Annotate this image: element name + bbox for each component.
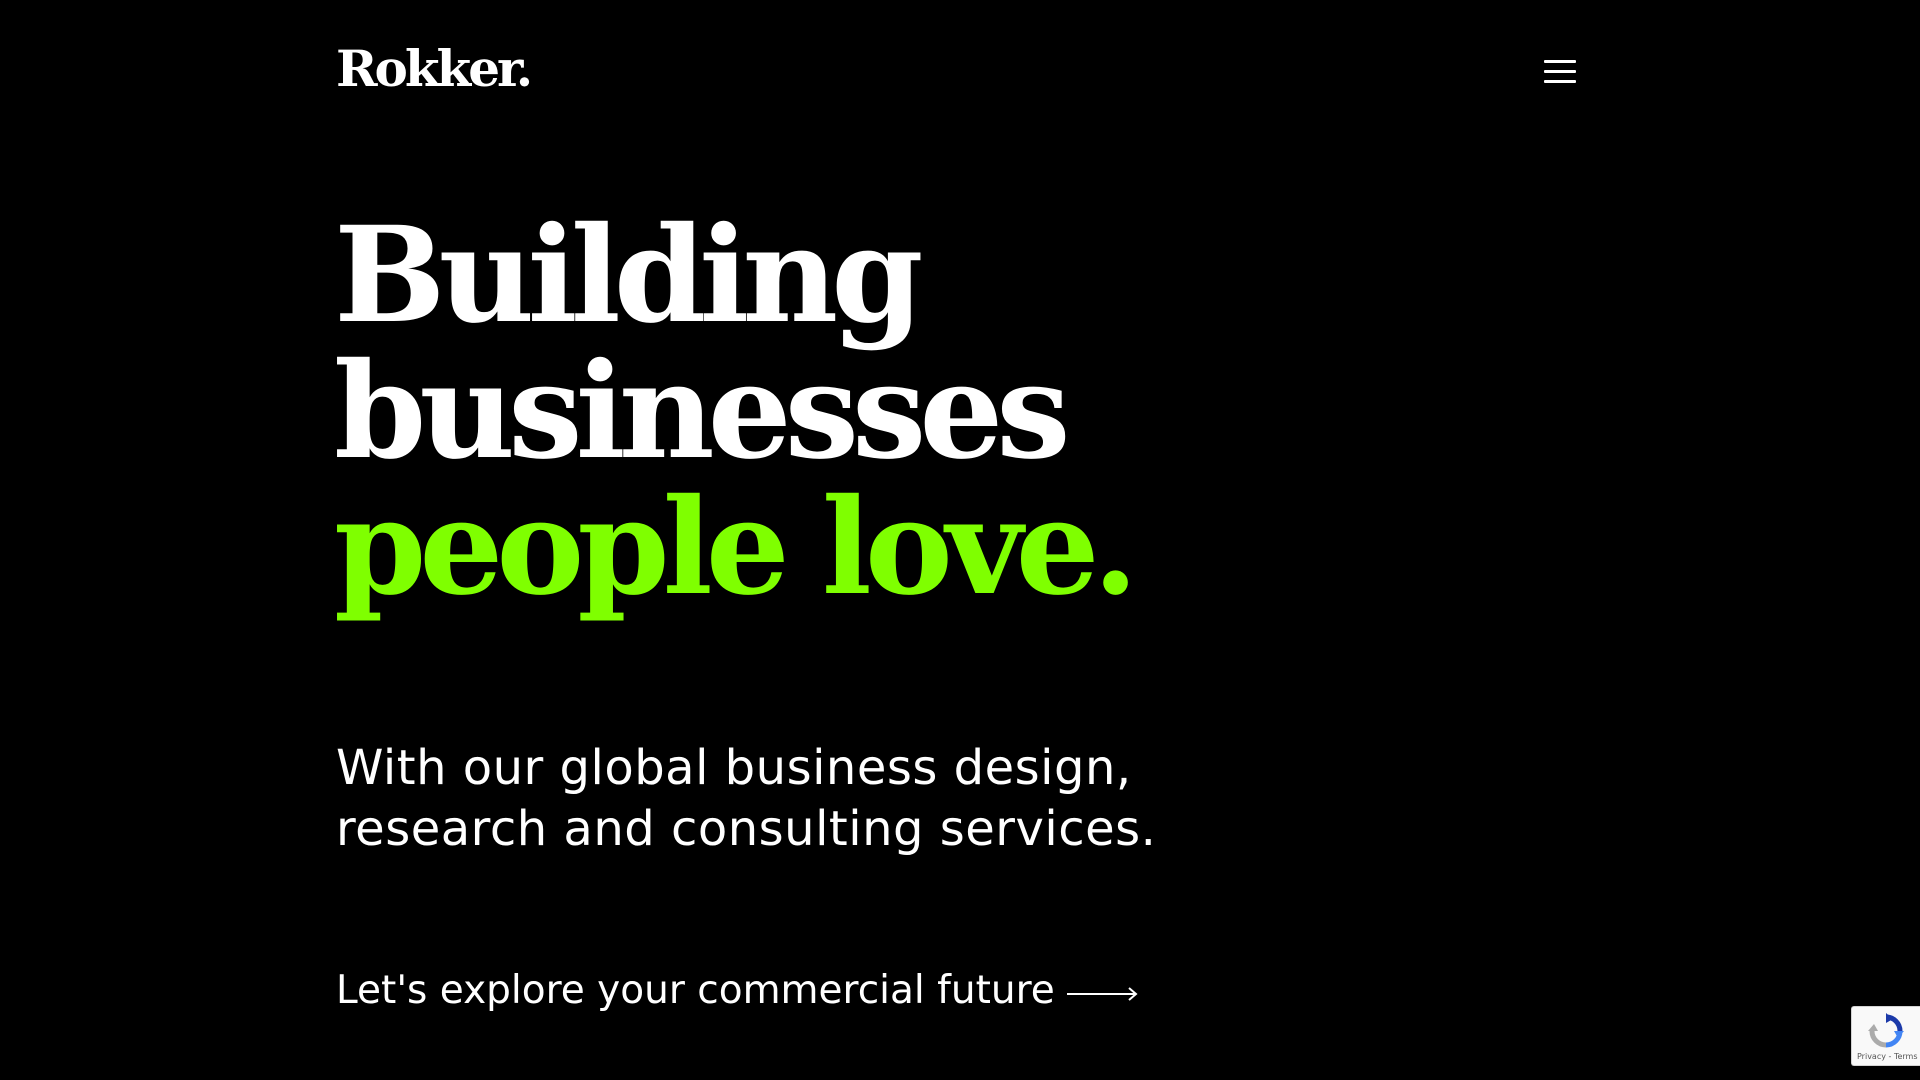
menu-button[interactable] — [1540, 56, 1580, 88]
recaptcha-badge[interactable]: Privacy - Terms — [1851, 1006, 1920, 1066]
hamburger-menu-icon — [1544, 60, 1576, 63]
recaptcha-terms[interactable]: Privacy - Terms — [1857, 1052, 1918, 1061]
hamburger-menu-icon-bar — [1544, 70, 1576, 73]
hamburger-menu-icon-bar — [1544, 80, 1576, 83]
long-arrow-right-icon — [1066, 987, 1138, 1001]
recaptcha-icon — [1868, 1013, 1904, 1048]
hero-subtitle: With our global business design, researc… — [336, 738, 1236, 860]
cta-label: Let's explore your commercial future — [336, 968, 1055, 1013]
explore-cta-link[interactable]: Let's explore your commercial future — [336, 966, 1139, 1016]
hero-headline: Building businesses people love. — [334, 198, 1139, 625]
logo[interactable]: Rokker. — [336, 44, 533, 94]
subtitle-line-1: With our global business design, — [336, 740, 1132, 796]
subtitle-line-2: research and consulting services. — [336, 801, 1157, 857]
headline-line-1: Building — [334, 198, 924, 353]
headline-line-2: businesses — [334, 334, 1071, 489]
headline-line-3-accent: people love. — [334, 470, 1139, 625]
